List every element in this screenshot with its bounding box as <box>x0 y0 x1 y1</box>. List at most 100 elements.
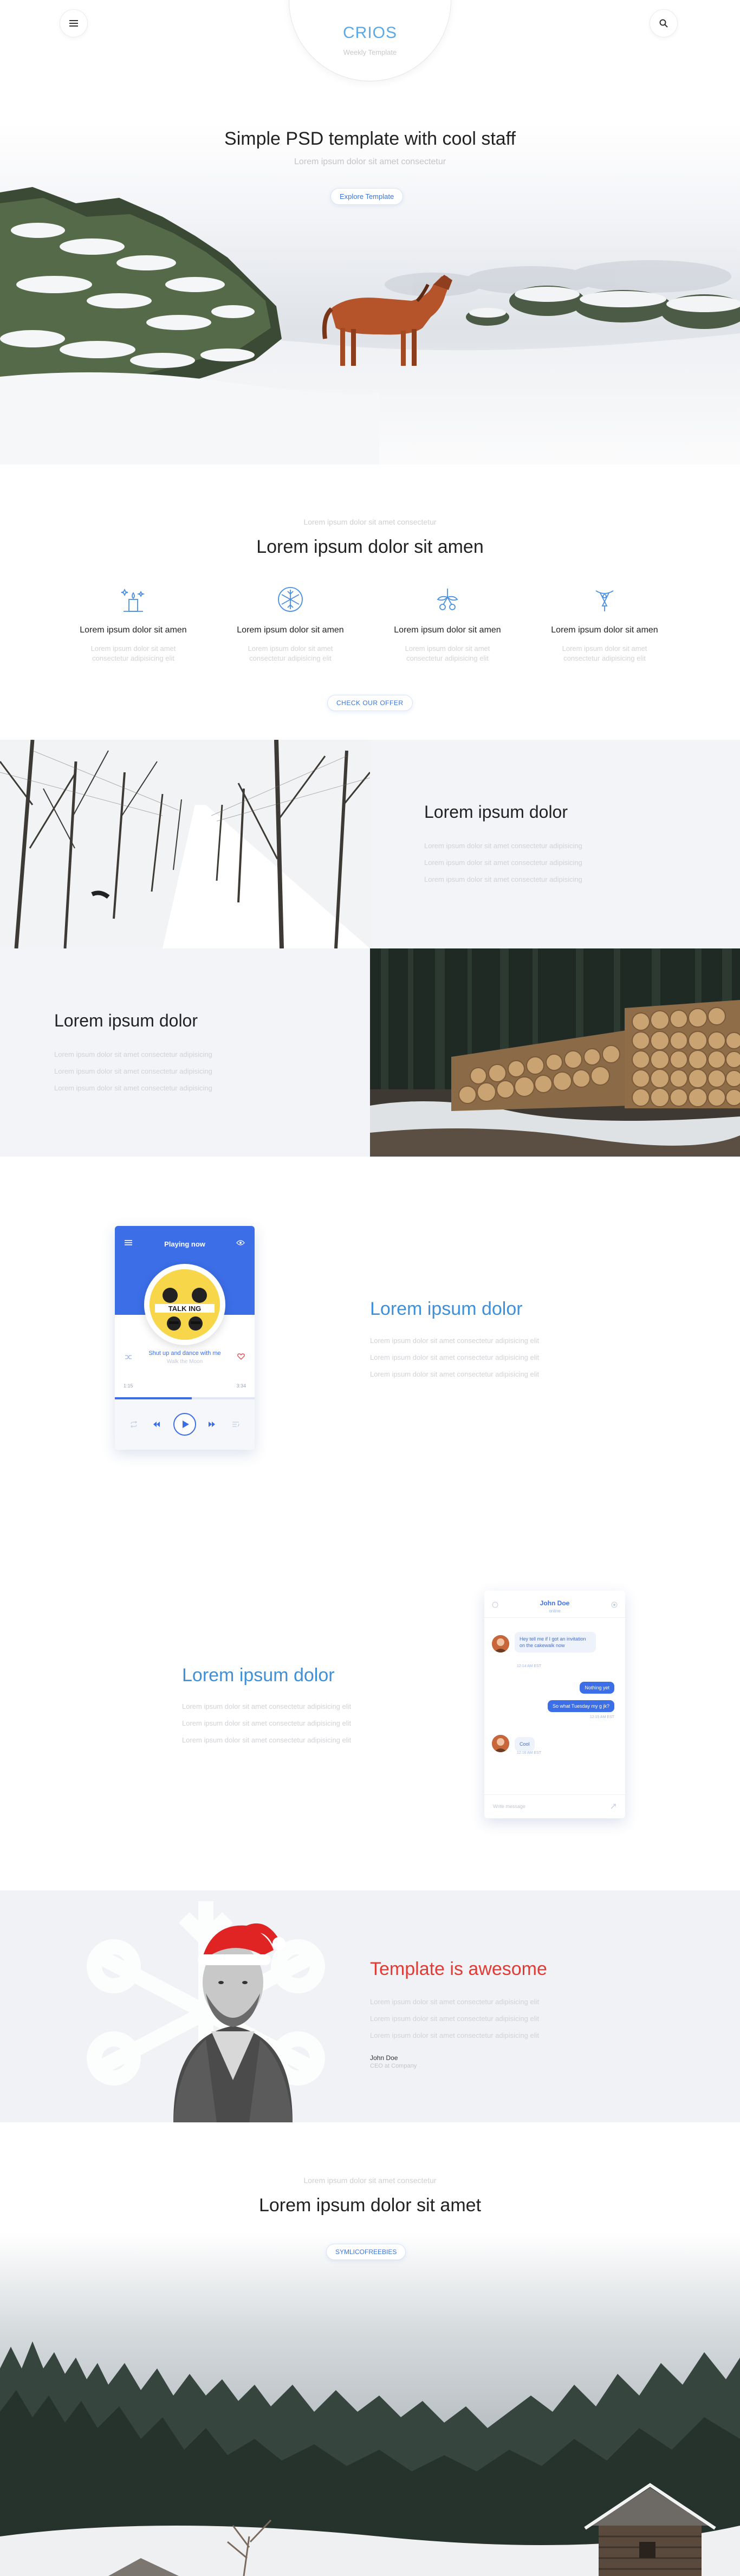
testimonial-role: CEO at Company <box>370 2063 417 2069</box>
testimonial-title: Template is awesome <box>370 1959 547 1979</box>
feature-item: Lorem ipsum dolor sit amen Lorem ipsum d… <box>377 585 518 663</box>
track-artist: Walk the Moon <box>166 1359 203 1365</box>
feature-title: Lorem ipsum dolor sit amen <box>394 625 501 635</box>
santa-man-photo <box>173 1923 293 2122</box>
text-line: Lorem ipsum dolor sit amet consectetur a… <box>370 2031 540 2039</box>
text-line: Lorem ipsum dolor sit amet consectetur a… <box>54 1084 212 1092</box>
chat-section-title: Lorem ipsum dolor <box>182 1665 335 1686</box>
message-input[interactable]: Write message <box>484 1794 625 1818</box>
testimonial-text: Lorem ipsum dolor sit amet consectetur a… <box>370 1993 539 2044</box>
contact-avatar <box>492 1635 509 1652</box>
text-line: Lorem ipsum dolor sit amet consectetur a… <box>182 1702 352 1710</box>
text-line: Lorem ipsum dolor sit amet consectetur a… <box>424 842 582 850</box>
explore-template-button[interactable]: Explore Template <box>330 188 404 205</box>
message-timestamp: 12:16 AM EST <box>517 1751 542 1755</box>
message-incoming: Cool <box>515 1737 535 1751</box>
player-controls <box>115 1399 255 1450</box>
message-placeholder: Write message <box>493 1804 525 1809</box>
text-line: Lorem ipsum dolor sit amet consectetur a… <box>424 875 582 883</box>
logo-badge[interactable]: CRIOS Weekly Template <box>289 0 451 81</box>
newsletter-title: Lorem ipsum dolor sit amet <box>258 2195 482 2216</box>
split-text: Lorem ipsum dolor sit amet consectetur a… <box>424 837 582 888</box>
text-line: Lorem ipsum dolor sit amet consectetur a… <box>370 1337 540 1345</box>
repeat-icon[interactable] <box>130 1421 138 1428</box>
hero-section: Simple PSD template with cool staff Lore… <box>0 122 740 464</box>
hero-title: Simple PSD template with cool staff <box>224 128 516 149</box>
text-line: Lorem ipsum dolor sit amet consectetur a… <box>370 1353 540 1361</box>
message-incoming: Hey tell me if I got an invitation on th… <box>515 1632 596 1652</box>
feature-text: Lorem ipsum dolor sit amet consectetur a… <box>248 644 333 662</box>
freebies-button[interactable]: SYMLICOFREEBIES <box>326 2244 406 2260</box>
feature-title: Lorem ipsum dolor sit amen <box>237 625 344 635</box>
message-timestamp: 12:15 AM EST <box>589 1715 614 1719</box>
snowflake-icon <box>278 587 303 612</box>
player-section-title: Lorem ipsum dolor <box>370 1299 523 1319</box>
split-panel-1: Lorem ipsum dolor Lorem ipsum dolor sit … <box>370 740 740 948</box>
music-player-card: Playing now TALK ING Shut up and dance w… <box>115 1226 255 1450</box>
split-title: Lorem ipsum dolor <box>54 1011 198 1030</box>
feature-title: Lorem ipsum dolor sit amen <box>551 625 658 635</box>
logs-forest-photo <box>370 948 740 1157</box>
split-text: Lorem ipsum dolor sit amet consectetur a… <box>54 1046 212 1096</box>
candle-stars-icon <box>121 588 145 612</box>
testimonial-section: Template is awesome Lorem ipsum dolor si… <box>0 1890 740 2122</box>
features-kicker: Lorem ipsum dolor sit amet consectetur <box>303 518 437 526</box>
album-cover-text: TALK ING <box>168 1305 201 1313</box>
previous-icon[interactable] <box>153 1421 160 1428</box>
mistletoe-icon <box>437 589 458 610</box>
play-icon <box>183 1421 189 1428</box>
text-line: Lorem ipsum dolor sit amet consectetur a… <box>370 1998 540 2006</box>
search-button[interactable] <box>650 9 678 37</box>
album-cover: TALK ING <box>144 1264 225 1345</box>
message-outgoing: Nothing yet <box>580 1682 614 1694</box>
next-icon[interactable] <box>208 1421 216 1428</box>
split-panel-2: Lorem ipsum dolor Lorem ipsum dolor sit … <box>0 948 370 1157</box>
text-line: Lorem ipsum dolor sit amet consectetur a… <box>182 1736 352 1744</box>
feature-text: Lorem ipsum dolor sit amet consectetur a… <box>405 644 490 662</box>
logo-tagline: Weekly Template <box>343 48 397 56</box>
contact-avatar <box>492 1735 509 1752</box>
feature-item: Lorem ipsum dolor sit amen Lorem ipsum d… <box>534 585 675 663</box>
text-line: Lorem ipsum dolor sit amet consectetur a… <box>54 1050 212 1058</box>
player-title: Playing now <box>164 1240 205 1248</box>
text-line: Lorem ipsum dolor sit amet consectetur a… <box>182 1719 352 1727</box>
message-outgoing: So what Tuesday my g jk? <box>547 1700 614 1712</box>
message-timestamp: 12:14 AM EST <box>517 1664 542 1668</box>
chat-section-text: Lorem ipsum dolor sit amet consectetur a… <box>182 1698 351 1748</box>
playlist-icon[interactable] <box>232 1421 239 1428</box>
text-line: Lorem ipsum dolor sit amet consectetur a… <box>370 2015 540 2023</box>
chat-status: online <box>549 1609 561 1613</box>
split-title: Lorem ipsum dolor <box>424 802 568 822</box>
hero-snow-landscape-image <box>0 187 740 464</box>
chat-card: John Doe online Hey tell me if I got an … <box>484 1591 625 1818</box>
snowy-road-photo <box>0 740 370 948</box>
player-section-text: Lorem ipsum dolor sit amet consectetur a… <box>370 1332 539 1383</box>
time-elapsed: 1:15 <box>124 1383 133 1389</box>
hamburger-icon <box>69 20 78 27</box>
feature-item: Lorem ipsum dolor sit amen Lorem ipsum d… <box>63 585 204 663</box>
settings-icon[interactable] <box>611 1602 618 1608</box>
text-line: Lorem ipsum dolor sit amet consectetur a… <box>424 858 582 867</box>
time-total: 3:34 <box>236 1383 246 1389</box>
testimonial-author: John Doe <box>370 2054 398 2062</box>
feature-text: Lorem ipsum dolor sit amet consectetur a… <box>562 644 647 662</box>
search-icon <box>659 19 668 28</box>
hero-subtitle: Lorem ipsum dolor sit amet consectetur <box>294 157 446 166</box>
christmas-lamp-icon <box>595 590 614 611</box>
forest-cabin-photo <box>0 2233 740 2576</box>
text-line: Lorem ipsum dolor sit amet consectetur a… <box>54 1067 212 1075</box>
features-title: Lorem ipsum dolor sit amen <box>256 537 484 557</box>
chat-header: John Doe online <box>484 1591 625 1618</box>
site-header: CRIOS Weekly Template <box>0 0 740 122</box>
track-title: Shut up and dance with me <box>148 1350 221 1357</box>
eye-icon[interactable] <box>236 1239 245 1246</box>
play-button[interactable] <box>173 1413 196 1436</box>
newsletter-kicker: Lorem ipsum dolor sit amet consectetur <box>303 2176 437 2185</box>
chat-contact-name: John Doe <box>540 1599 570 1607</box>
check-our-offer-button[interactable]: CHECK OUR OFFER <box>327 695 413 711</box>
feature-title: Lorem ipsum dolor sit amen <box>80 625 187 635</box>
attach-icon[interactable] <box>610 1803 616 1810</box>
logo-title: CRIOS <box>342 24 397 42</box>
text-line: Lorem ipsum dolor sit amet consectetur a… <box>370 1370 540 1378</box>
menu-button[interactable] <box>60 9 88 37</box>
